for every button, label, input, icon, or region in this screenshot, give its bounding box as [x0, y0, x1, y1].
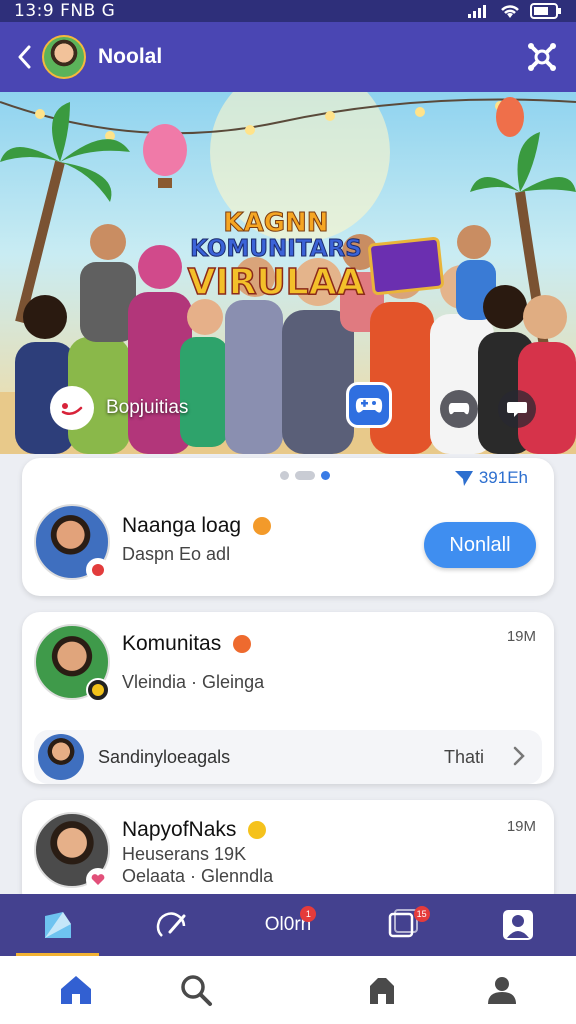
hero-chip-label: Bopjuitias — [106, 397, 189, 418]
back-button[interactable] — [14, 37, 34, 77]
card-name: Komunitas — [122, 632, 252, 656]
hero-title-line3: VIRULAA — [187, 262, 365, 303]
signal-icon — [468, 5, 486, 18]
carousel-indicator — [280, 471, 330, 480]
featured-card[interactable]: 391Eh Naanga loag Daspn Eo adl Nonlall — [22, 458, 554, 596]
tab-profile[interactable] — [461, 894, 576, 956]
card-name: Naanga loag — [122, 514, 271, 538]
hero-sign — [367, 236, 445, 296]
home-icon — [61, 976, 91, 1004]
card-time: 19M — [506, 818, 536, 835]
carousel-stat: 391Eh — [454, 468, 528, 488]
tab-edit[interactable] — [115, 894, 230, 956]
card-name: NapyofNaks — [122, 818, 267, 842]
status-icons — [468, 3, 562, 19]
follow-button[interactable]: Nonlall — [424, 522, 536, 568]
hero-title-line2: KOMUNITARS — [190, 236, 363, 262]
status-bar: 13:9 FNB G — [0, 0, 576, 22]
header-avatar[interactable] — [42, 35, 86, 79]
hero-title: KAGNN KOMUNITARS VIRULAA — [186, 208, 366, 303]
notification-badge: 1 — [300, 906, 317, 922]
wifi-icon — [501, 4, 519, 18]
card-time: 19M — [506, 628, 536, 645]
content-area: 391Eh Naanga loag Daspn Eo adl Nonlall K… — [0, 454, 576, 910]
card-subtitle: Vleindia · Gleinga — [122, 672, 265, 692]
header-title: Noolal — [98, 45, 163, 68]
status-badge — [86, 868, 110, 892]
game-controller-icon[interactable] — [346, 382, 392, 428]
nav-shop[interactable] — [364, 972, 400, 1008]
search-icon — [181, 975, 212, 1006]
hero-title-line1: KAGNN — [223, 208, 329, 238]
carousel-dot-active[interactable] — [321, 471, 330, 480]
app-header: Noolal — [0, 22, 576, 92]
tab-chat[interactable]: Ol0rn 1 — [230, 894, 345, 956]
battery-icon — [530, 3, 561, 19]
back-chevron-icon — [18, 45, 31, 69]
emoji-icon — [252, 517, 271, 536]
tab-messages[interactable]: 15 — [346, 894, 461, 956]
settings-icon — [528, 43, 556, 71]
card-subtitle-line2: Oelaata · Glenndla — [122, 866, 274, 886]
chat-icon[interactable] — [498, 390, 536, 428]
profile-icon — [488, 977, 516, 1004]
card-name-text: Komunitas — [122, 632, 222, 655]
community-card[interactable]: Komunitas 19M Vleindia · Gleinga Sandiny… — [22, 612, 554, 784]
nav-profile[interactable] — [484, 972, 520, 1008]
sub-row-action[interactable]: Thati — [444, 747, 484, 768]
carousel-dot[interactable] — [295, 471, 315, 480]
hero-banner[interactable]: KAGNN KOMUNITARS VIRULAA Bopjuitias — [0, 92, 576, 454]
emoji-icon — [233, 635, 252, 654]
emoji-icon — [248, 821, 267, 840]
status-badge — [86, 558, 110, 582]
card-name-text: Naanga loag — [122, 514, 242, 537]
sub-row-label: Sandinyloeagals — [98, 747, 231, 767]
nav-search[interactable] — [178, 972, 214, 1008]
bottom-nav — [0, 956, 576, 1024]
tab-home[interactable] — [0, 894, 115, 956]
card-subtitle-line1: Heuserans 19K — [122, 844, 247, 864]
carousel-stat-value: 391Eh — [478, 468, 528, 487]
profile-tab-icon — [503, 910, 534, 940]
nav-home[interactable] — [58, 972, 94, 1008]
card-name-text: NapyofNaks — [122, 818, 237, 841]
edit-icon — [156, 912, 186, 937]
status-time: 13:9 FNB G — [14, 1, 116, 21]
carousel-dot[interactable] — [280, 471, 289, 480]
status-badge — [86, 678, 110, 702]
card-subtitle: Daspn Eo adl — [122, 544, 231, 564]
send-icon — [454, 471, 473, 486]
chevron-right-icon[interactable] — [512, 745, 526, 767]
hero-chip[interactable]: Bopjuitias — [50, 386, 188, 430]
shop-icon — [370, 978, 394, 1004]
sub-row[interactable]: Sandinyloeagals Thati — [34, 730, 542, 784]
gamepad-icon[interactable] — [440, 390, 478, 428]
notification-badge: 15 — [413, 906, 430, 922]
avatar[interactable] — [38, 734, 84, 780]
settings-button[interactable] — [522, 37, 562, 77]
chat-bubble-icon — [50, 386, 94, 430]
home-tab-icon — [44, 912, 71, 938]
tab-bar: Ol0rn 1 15 — [0, 894, 576, 956]
